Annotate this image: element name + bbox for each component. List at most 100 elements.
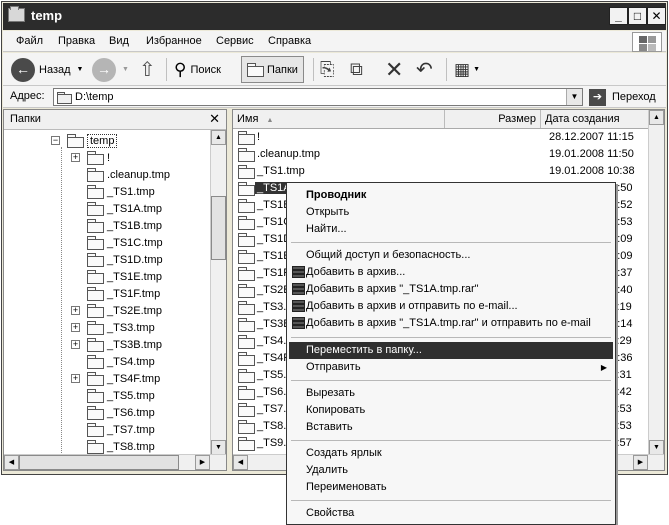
scroll-down-button[interactable]: ▼ [649, 440, 664, 455]
ctx-move-to[interactable]: Переместить в папку... [289, 342, 613, 359]
scroll-right-button[interactable]: ▶ [195, 455, 210, 470]
folder-icon [238, 233, 255, 247]
ctx-add-rar-email[interactable]: Добавить в архив "_TS1A.tmp.rar" и отпра… [289, 315, 613, 332]
menu-edit[interactable]: Правка [58, 35, 95, 47]
menu-help[interactable]: Справка [268, 35, 311, 47]
scroll-thumb[interactable] [211, 196, 226, 260]
tree-item[interactable]: _TS7.tmp [71, 421, 155, 438]
go-button[interactable]: ➔ Переход [589, 88, 665, 106]
column-name[interactable]: Имя ▲ [233, 110, 445, 128]
ctx-find[interactable]: Найти... [289, 221, 613, 238]
ctx-explorer[interactable]: Проводник [289, 187, 613, 204]
files-vertical-scrollbar[interactable]: ▲ ▼ [648, 110, 664, 455]
ctx-rename[interactable]: Переименовать [289, 479, 613, 496]
scroll-up-button[interactable]: ▲ [211, 130, 226, 145]
copy-to-icon: ⧉ [350, 59, 363, 79]
up-folder-button[interactable]: ⇧ [139, 56, 156, 83]
tree-root[interactable]: − temp [51, 132, 118, 149]
ctx-paste[interactable]: Вставить [289, 419, 613, 436]
tree-item[interactable]: _TS1A.tmp [71, 200, 162, 217]
ctx-open[interactable]: Открыть [289, 204, 613, 221]
menu-view[interactable]: Вид [109, 35, 129, 47]
address-input[interactable]: D:\temp ▼ [53, 88, 583, 106]
folder-icon [238, 318, 255, 332]
tree-item[interactable]: _TS6.tmp [71, 404, 155, 421]
tree-item[interactable]: + _TS3B.tmp [71, 336, 162, 353]
collapse-icon[interactable]: − [51, 136, 60, 145]
forward-button[interactable]: → ▼ [92, 56, 129, 83]
folders-horizontal-scrollbar[interactable]: ◀ ▶ [4, 454, 226, 470]
close-button[interactable]: ✕ [647, 7, 666, 25]
column-date[interactable]: Дата создания [541, 110, 648, 128]
menu-favorites[interactable]: Избранное [146, 35, 202, 47]
ctx-copy[interactable]: Копировать [289, 402, 613, 419]
tree-item[interactable]: + _TS2E.tmp [71, 302, 162, 319]
ctx-add-rar-email-label: Добавить в архив "_TS1A.tmp.rar" и отпра… [306, 317, 591, 329]
ctx-create-shortcut[interactable]: Создать ярлык [289, 445, 613, 462]
views-button[interactable]: ▦ ▼ [454, 56, 480, 83]
scroll-left-button[interactable]: ◀ [4, 455, 19, 470]
ctx-add-email[interactable]: Добавить в архив и отправить по e-mail..… [289, 298, 613, 315]
tree-item[interactable]: _TS8.tmp [71, 438, 155, 455]
expand-icon[interactable]: + [71, 323, 80, 332]
tree-item[interactable]: _TS1.tmp [71, 183, 155, 200]
ctx-add-rar[interactable]: Добавить в архив "_TS1A.tmp.rar" [289, 281, 613, 298]
expand-icon[interactable]: + [71, 306, 80, 315]
tree-item[interactable]: _TS1C.tmp [71, 234, 163, 251]
back-button[interactable]: ← Назад ▼ [11, 56, 83, 83]
folders-vertical-scrollbar[interactable]: ▲ ▼ [210, 130, 226, 455]
address-dropdown-button[interactable]: ▼ [566, 89, 582, 105]
tree-item[interactable]: +! [71, 149, 110, 166]
expand-icon[interactable]: + [71, 374, 80, 383]
winrar-icon [292, 266, 305, 279]
views-icon: ▦ [454, 59, 471, 79]
ctx-delete[interactable]: Удалить [289, 462, 613, 479]
tree-item-label: _TS4.tmp [107, 355, 155, 368]
title-bar[interactable]: temp _ □ ✕ [3, 3, 666, 30]
file-row[interactable]: .cleanup.tmp 19.01.2008 11:50 [233, 146, 648, 163]
minimize-button[interactable]: _ [609, 7, 628, 25]
ctx-cut[interactable]: Вырезать [289, 385, 613, 402]
folders-button[interactable]: Папки [241, 56, 304, 83]
tree-item[interactable]: + _TS4F.tmp [71, 370, 160, 387]
scroll-down-button[interactable]: ▼ [211, 440, 226, 455]
scroll-left-button[interactable]: ◀ [233, 455, 248, 470]
maximize-button[interactable]: □ [628, 7, 647, 25]
search-button[interactable]: ⚲ Поиск [174, 56, 221, 83]
delete-button[interactable]: ✕ [385, 56, 403, 83]
scroll-right-button[interactable]: ▶ [633, 455, 648, 470]
move-to-button[interactable]: ⎘ [320, 56, 334, 83]
menu-separator [291, 242, 611, 243]
copy-to-button[interactable]: ⧉ [350, 56, 363, 83]
tree-item[interactable]: + _TS3.tmp [71, 319, 155, 336]
ctx-sharing[interactable]: Общий доступ и безопасность... [289, 247, 613, 264]
folder-open-icon [67, 134, 84, 148]
folder-icon [87, 355, 104, 369]
scroll-thumb[interactable] [19, 455, 179, 470]
menu-file[interactable]: Файл [16, 35, 43, 47]
chevron-down-icon: ▼ [76, 66, 84, 73]
menu-tools[interactable]: Сервис [216, 35, 254, 47]
ctx-add-archive[interactable]: Добавить в архив... [289, 264, 613, 281]
tree-item[interactable]: _TS1B.tmp [71, 217, 162, 234]
tree-item-label: _TS1F.tmp [107, 287, 161, 300]
folders-pane-title: Папки [10, 113, 41, 125]
tree-item[interactable]: _TS4.tmp [71, 353, 155, 370]
scroll-up-button[interactable]: ▲ [649, 110, 664, 125]
undo-button[interactable]: ↶ [416, 56, 433, 83]
tree-item[interactable]: _TS1D.tmp [71, 251, 163, 268]
ctx-send-to[interactable]: Отправить ▶ [289, 359, 613, 376]
tree-item[interactable]: _TS1E.tmp [71, 268, 162, 285]
tree-item[interactable]: _TS1F.tmp [71, 285, 160, 302]
expand-icon[interactable]: + [71, 340, 80, 349]
close-pane-icon[interactable]: ✕ [209, 111, 220, 127]
expand-icon[interactable]: + [71, 153, 80, 162]
column-size[interactable]: Размер [445, 110, 541, 128]
tree-item[interactable]: _TS5.tmp [71, 387, 155, 404]
file-row[interactable]: ! 28.12.2007 11:15 [233, 129, 648, 146]
folder-icon [8, 6, 25, 22]
file-row[interactable]: _TS1.tmp 19.01.2008 10:38 [233, 163, 648, 180]
menu-separator [291, 500, 611, 501]
ctx-properties[interactable]: Свойства [289, 505, 613, 522]
tree-item[interactable]: .cleanup.tmp [71, 166, 170, 183]
